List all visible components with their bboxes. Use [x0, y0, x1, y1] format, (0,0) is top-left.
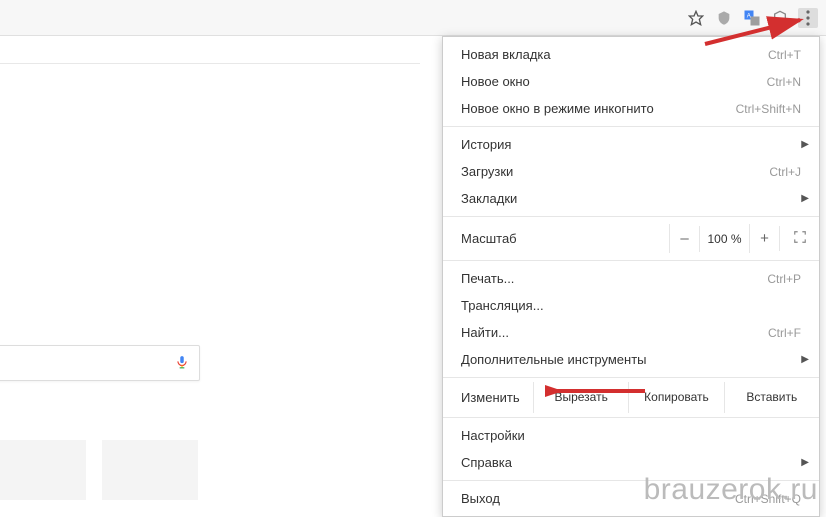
- submenu-arrow-icon: ▶: [801, 457, 809, 468]
- menu-label: История: [461, 137, 511, 152]
- menu-label: Новое окно: [461, 74, 530, 89]
- menu-cast[interactable]: Трансляция...: [443, 292, 819, 319]
- menu-separator: [443, 417, 819, 418]
- menu-print[interactable]: Печать... Ctrl+P: [443, 265, 819, 292]
- menu-label: Загрузки: [461, 164, 513, 179]
- menu-shortcut: Ctrl+T: [768, 48, 801, 62]
- shortcut-cards: [0, 440, 198, 500]
- menu-label: Настройки: [461, 428, 525, 443]
- menu-edit: Изменить Вырезать Копировать Вставить: [443, 382, 819, 413]
- shortcut-card[interactable]: [102, 440, 198, 500]
- menu-shortcut: Ctrl+N: [767, 75, 801, 89]
- browser-toolbar: A: [0, 0, 826, 36]
- menu-incognito[interactable]: Новое окно в режиме инкогнито Ctrl+Shift…: [443, 95, 819, 122]
- menu-downloads[interactable]: Загрузки Ctrl+J: [443, 158, 819, 185]
- star-icon[interactable]: [686, 8, 706, 28]
- menu-label: Новое окно в режиме инкогнито: [461, 101, 654, 116]
- menu-history[interactable]: История ▶: [443, 131, 819, 158]
- menu-label: Найти...: [461, 325, 509, 340]
- page-link-fragment[interactable]: на: [0, 328, 38, 345]
- menu-shortcut: Ctrl+J: [769, 165, 801, 179]
- menu-new-window[interactable]: Новое окно Ctrl+N: [443, 68, 819, 95]
- fullscreen-button[interactable]: [779, 226, 819, 251]
- menu-label: Трансляция...: [461, 298, 544, 313]
- shortcut-card[interactable]: [0, 440, 86, 500]
- menu-separator: [443, 260, 819, 261]
- zoom-in-button[interactable]: +: [749, 224, 779, 253]
- watermark: brauzerok.ru: [644, 473, 818, 507]
- menu-separator: [443, 216, 819, 217]
- copy-button[interactable]: Копировать: [628, 382, 723, 413]
- menu-label: Печать...: [461, 271, 514, 286]
- menu-zoom: Масштаб – 100 % +: [443, 221, 819, 256]
- edit-label: Изменить: [443, 382, 533, 413]
- submenu-arrow-icon: ▶: [801, 354, 809, 365]
- search-box[interactable]: [0, 345, 200, 381]
- page-content-fragment: на: [0, 260, 38, 330]
- menu-label: Новая вкладка: [461, 47, 551, 62]
- menu-help[interactable]: Справка ▶: [443, 449, 819, 476]
- menu-label: Дополнительные инструменты: [461, 352, 647, 367]
- menu-separator: [443, 377, 819, 378]
- menu-shortcut: Ctrl+P: [767, 272, 801, 286]
- menu-label: Выход: [461, 491, 500, 506]
- menu-label: Справка: [461, 455, 512, 470]
- svg-text:A: A: [747, 13, 751, 19]
- browser-menu: Новая вкладка Ctrl+T Новое окно Ctrl+N Н…: [442, 36, 820, 517]
- menu-find[interactable]: Найти... Ctrl+F: [443, 319, 819, 346]
- shield-outline-icon[interactable]: [770, 8, 790, 28]
- address-strip: [0, 36, 420, 64]
- menu-shortcut: Ctrl+F: [768, 326, 801, 340]
- kebab-icon[interactable]: [798, 8, 818, 28]
- submenu-arrow-icon: ▶: [801, 139, 809, 150]
- zoom-out-button[interactable]: –: [669, 224, 699, 253]
- translate-icon[interactable]: A: [742, 8, 762, 28]
- cut-button[interactable]: Вырезать: [533, 382, 628, 413]
- paste-button[interactable]: Вставить: [724, 382, 819, 413]
- zoom-label: Масштаб: [461, 231, 669, 246]
- menu-settings[interactable]: Настройки: [443, 422, 819, 449]
- menu-separator: [443, 126, 819, 127]
- mic-icon[interactable]: [175, 352, 189, 375]
- shield-grey-icon[interactable]: [714, 8, 734, 28]
- menu-shortcut: Ctrl+Shift+N: [736, 102, 801, 116]
- zoom-value: 100 %: [699, 226, 749, 252]
- menu-bookmarks[interactable]: Закладки ▶: [443, 185, 819, 212]
- menu-more-tools[interactable]: Дополнительные инструменты ▶: [443, 346, 819, 373]
- submenu-arrow-icon: ▶: [801, 193, 809, 204]
- menu-new-tab[interactable]: Новая вкладка Ctrl+T: [443, 41, 819, 68]
- menu-label: Закладки: [461, 191, 517, 206]
